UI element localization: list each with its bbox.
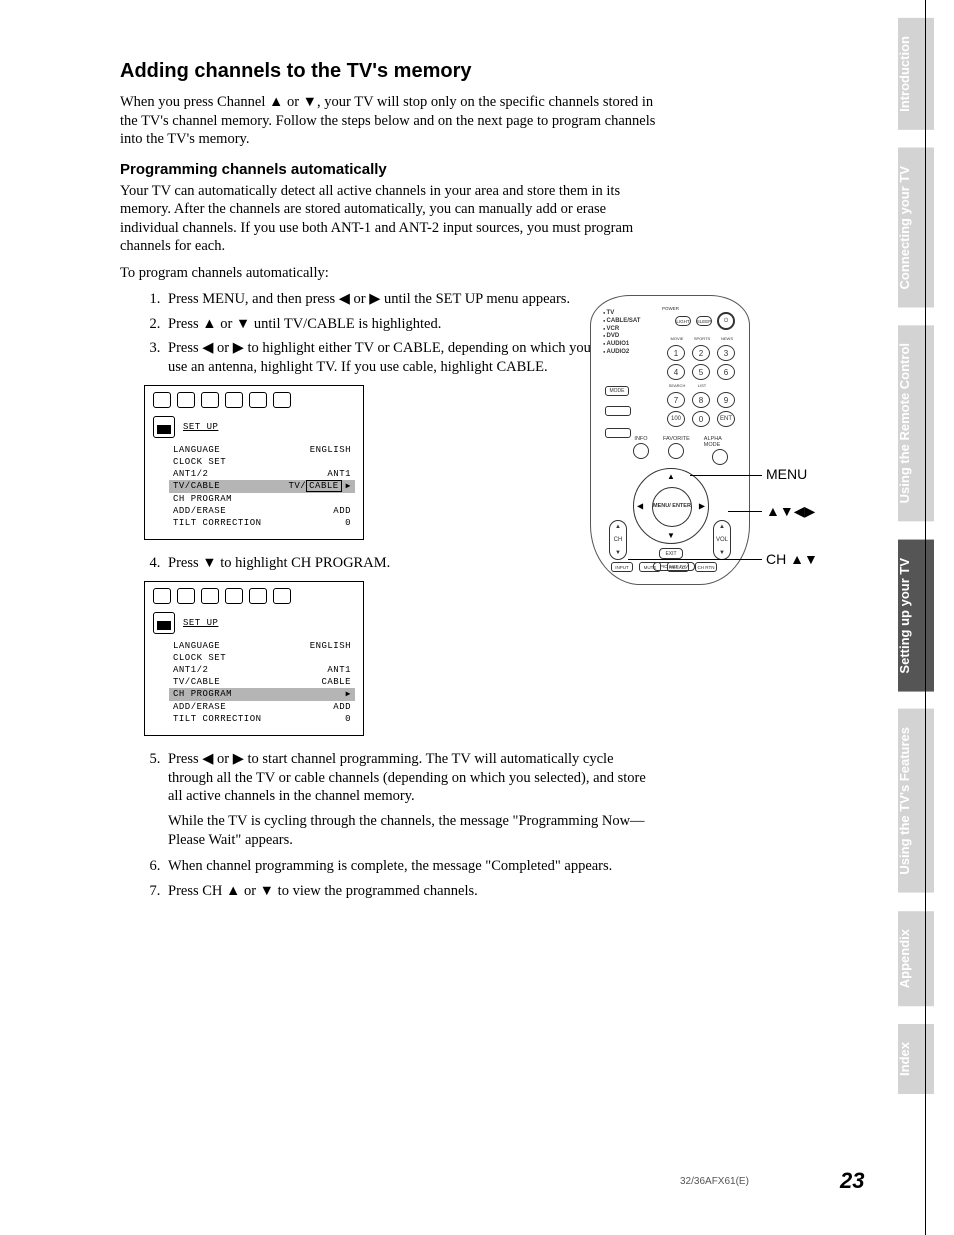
lead-sentence: To program channels automatically: [120,264,660,283]
bottom-row: INPUT MUTE RECALL CH RTN [611,562,717,572]
mode-button: MODE [605,386,629,396]
tab-index: Index [898,1024,934,1094]
step: Press ▲ or ▼ until TV/CABLE is highlight… [164,315,660,334]
exit-button: EXIT [659,548,683,559]
tab-appendix: Appendix [898,911,934,1006]
step: When channel programming is complete, th… [164,857,660,876]
page-title: Adding channels to the TV's memory [120,60,660,83]
osd-setup-figure-1: SET UP LANGUAGEENGLISH CLOCK SET ANT1/2A… [144,385,364,541]
menu-enter-button: MENU/ ENTER [652,487,692,527]
osd-tab-icons [153,392,355,408]
section-intro: Your TV can automatically detect all act… [120,182,660,256]
footer-model: 32/36AFX61(E) [680,1176,749,1187]
chapter-tabs: Introduction Connecting your TV Using th… [898,18,934,1112]
sleep-button: SLEEP [696,316,712,326]
remote-control-figure: TV CABLE/SAT VCR DVD AUDIO1 AUDIO2 LIGHT… [590,295,750,585]
callout-ch: CH ▲▼ [766,551,818,567]
callout-arrows: ▲▼◀▶ [766,503,815,520]
step: Press ▼ to highlight CH PROGRAM. [164,554,660,573]
osd-tab-icons [153,588,355,604]
tab-connecting: Connecting your TV [898,148,934,308]
tab-setting-up: Setting up your TV [898,540,934,692]
light-button: LIGHT [675,316,691,326]
reset-button [605,406,631,416]
intro-paragraph: When you press Channel ▲ or ▼, your TV w… [120,93,660,149]
steps-list: Press ◀ or ▶ to start channel programmin… [164,750,660,900]
page-number: 23 [840,1168,864,1194]
tab-remote: Using the Remote Control [898,325,934,521]
number-pad: MOVIESPORTSNEWS 123 456 SEARCHLIST 789 1… [667,336,737,427]
power-button: ⏻ [717,312,735,330]
step: Press ◀ or ▶ to start channel programmin… [164,750,660,849]
osd-title: SET UP [183,422,218,432]
step: Press MENU, and then press ◀ or ▶ until … [164,290,660,309]
mid-row: INFO FAVORITE ALPHA MODE [633,436,737,465]
osd-setup-figure-2: SET UP LANGUAGEENGLISH CLOCK SET ANT1/2A… [144,581,364,737]
tv-icon [153,416,175,438]
dpad: ▲ ▼ ◀ ▶ MENU/ ENTER [633,468,709,544]
enter-button [605,428,631,438]
step: Press ◀ or ▶ to highlight either TV or C… [164,339,660,376]
step: Press CH ▲ or ▼ to view the programmed c… [164,882,660,901]
tv-icon [153,612,175,634]
tab-introduction: Introduction [898,18,934,130]
callout-menu: MENU [766,466,807,482]
channel-rocker: ▲CH▼ [609,520,627,560]
page-rule [925,0,926,1235]
steps-list: Press ▼ to highlight CH PROGRAM. [164,554,660,573]
steps-list: Press MENU, and then press ◀ or ▶ until … [164,290,660,376]
tab-features: Using the TV's Features [898,709,934,893]
section-heading: Programming channels automatically [120,161,660,178]
volume-rocker: ▲VOL▼ [713,520,731,560]
device-list: TV CABLE/SAT VCR DVD AUDIO1 AUDIO2 [603,310,640,357]
osd-title: SET UP [183,618,218,628]
